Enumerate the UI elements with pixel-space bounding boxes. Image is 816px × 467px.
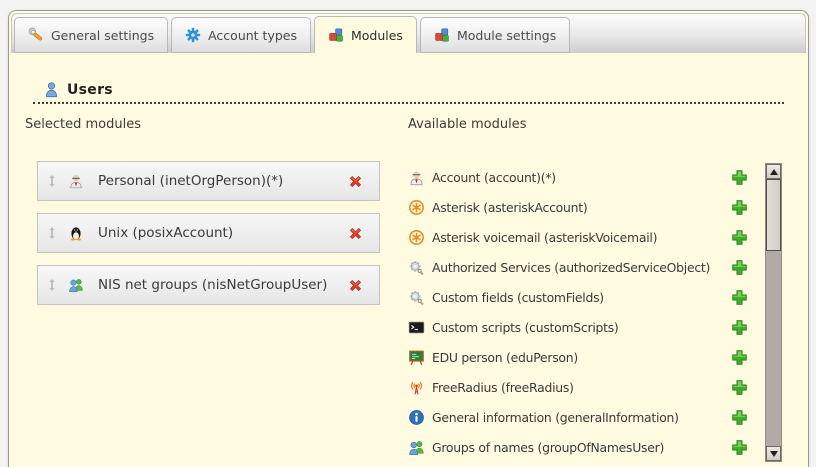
scrollbar-thumb[interactable] (766, 179, 781, 251)
available-module-row: FreeRadius (freeRadius) (408, 372, 748, 402)
module-label: Personal (inetOrgPerson)(*) (98, 173, 283, 189)
users-section-header: Users (33, 81, 784, 104)
module-label: Asterisk (asteriskAccount) (432, 200, 587, 215)
available-module-row: Groups of names (groupOfNamesUser) (408, 432, 748, 462)
wrench-icon (28, 27, 44, 43)
modules-icon (328, 27, 344, 43)
person-icon (408, 169, 425, 186)
services-icon (408, 289, 425, 306)
add-module-button[interactable] (731, 199, 748, 216)
module-label: Asterisk voicemail (asteriskVoicemail) (432, 230, 657, 245)
module-label: FreeRadius (freeRadius) (432, 380, 574, 395)
available-module-row: Custom scripts (customScripts) (408, 312, 748, 342)
group-icon (68, 277, 84, 293)
gear-icon (185, 27, 201, 43)
tab-label: Modules (351, 28, 403, 43)
available-module-row: General information (generalInformation) (408, 402, 748, 432)
selected-modules-list: Personal (inetOrgPerson)(*) Unix (posixAc… (37, 161, 380, 317)
drag-handle-icon[interactable] (47, 226, 57, 240)
asterisk-icon (408, 229, 425, 246)
available-module-row: Account (account)(*) (408, 162, 748, 192)
remove-module-button[interactable] (347, 173, 364, 190)
drag-handle-icon[interactable] (47, 174, 57, 188)
services-icon (408, 259, 425, 276)
tab-label: Module settings (457, 28, 556, 43)
module-label: EDU person (eduPerson) (432, 350, 578, 365)
terminal-icon (408, 319, 425, 336)
tab-strip: General settings Account types Modules Modu… (11, 13, 806, 53)
modules-icon (434, 27, 450, 43)
add-module-button[interactable] (731, 409, 748, 426)
available-modules-scrollbar[interactable] (765, 163, 782, 462)
module-label: Account (account)(*) (432, 170, 556, 185)
info-icon (408, 409, 425, 426)
available-modules-label: Available modules (408, 117, 526, 132)
add-module-button[interactable] (731, 289, 748, 306)
module-label: Unix (posixAccount) (98, 225, 233, 241)
asterisk-icon (408, 199, 425, 216)
module-label: Custom fields (customFields) (432, 290, 604, 305)
person-icon (68, 173, 84, 189)
tab-modules[interactable]: Modules (314, 16, 417, 53)
tab-general-settings[interactable]: General settings (14, 17, 168, 53)
up-arrow-icon (770, 169, 778, 175)
scrollbar-up-button[interactable] (766, 164, 781, 179)
selected-module-row[interactable]: Unix (posixAccount) (37, 213, 380, 253)
available-module-row: Custom fields (customFields) (408, 282, 748, 312)
available-module-row: Asterisk (asteriskAccount) (408, 192, 748, 222)
tab-account-types[interactable]: Account types (171, 17, 311, 53)
remove-module-button[interactable] (347, 225, 364, 242)
section-title: Users (67, 82, 113, 98)
available-module-row: Authorized Services (authorizedServiceOb… (408, 252, 748, 282)
config-window: General settings Account types Modules Modu… (8, 10, 809, 467)
selected-modules-label: Selected modules (25, 117, 141, 132)
available-modules-list: Account (account)(*) Asterisk (asteriskAc… (408, 162, 748, 462)
tux-icon (68, 225, 84, 241)
module-label: NIS net groups (nisNetGroupUser) (98, 277, 327, 293)
module-label: Groups of names (groupOfNamesUser) (432, 440, 664, 455)
group-icon (408, 439, 425, 456)
antenna-icon (408, 379, 425, 396)
module-label: Authorized Services (authorizedServiceOb… (432, 260, 710, 275)
add-module-button[interactable] (731, 349, 748, 366)
drag-handle-icon[interactable] (47, 278, 57, 292)
add-module-button[interactable] (731, 439, 748, 456)
module-label: General information (generalInformation) (432, 410, 679, 425)
add-module-button[interactable] (731, 229, 748, 246)
available-module-row: Asterisk voicemail (asteriskVoicemail) (408, 222, 748, 252)
blackboard-icon (408, 349, 425, 366)
tab-bar: General settings Account types Modules Modu… (14, 16, 573, 53)
add-module-button[interactable] (731, 259, 748, 276)
tab-label: General settings (51, 28, 154, 43)
users-heading-icon (43, 81, 60, 98)
module-label: Custom scripts (customScripts) (432, 320, 619, 335)
remove-module-button[interactable] (347, 277, 364, 294)
available-module-row: EDU person (eduPerson) (408, 342, 748, 372)
selected-module-row[interactable]: NIS net groups (nisNetGroupUser) (37, 265, 380, 305)
down-arrow-icon (770, 451, 778, 457)
tab-label: Account types (208, 28, 297, 43)
add-module-button[interactable] (731, 319, 748, 336)
selected-module-row[interactable]: Personal (inetOrgPerson)(*) (37, 161, 380, 201)
add-module-button[interactable] (731, 379, 748, 396)
tab-module-settings[interactable]: Module settings (420, 17, 570, 53)
add-module-button[interactable] (731, 169, 748, 186)
scrollbar-down-button[interactable] (766, 446, 781, 461)
